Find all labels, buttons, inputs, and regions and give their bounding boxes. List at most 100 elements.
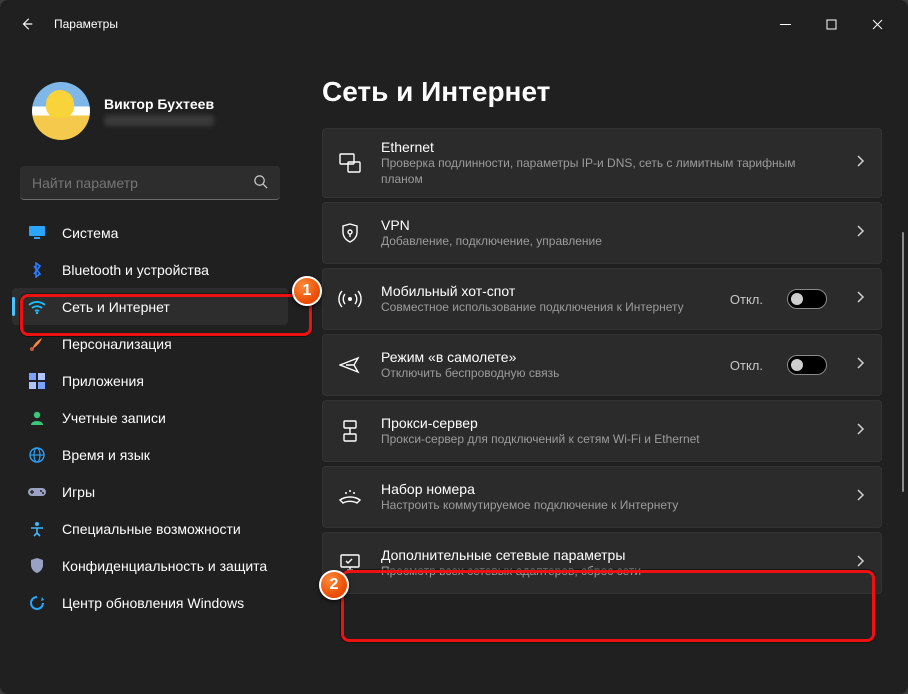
sidebar-item-label: Приложения [62, 373, 144, 389]
sidebar-item-6[interactable]: Время и язык [12, 436, 288, 473]
card-subtitle: Отключить беспроводную связь [381, 365, 712, 381]
advanced-icon [337, 553, 363, 573]
card-text: Дополнительные сетевые параметры Просмот… [381, 547, 837, 579]
close-icon [872, 19, 883, 30]
shield-icon [337, 223, 363, 243]
toggle-status: Откл. [730, 358, 763, 373]
maximize-button[interactable] [808, 8, 854, 40]
maximize-icon [826, 19, 837, 30]
card-text: Набор номера Настроить коммутируемое под… [381, 481, 837, 513]
sidebar-item-label: Время и язык [62, 447, 150, 463]
sidebar-item-4[interactable]: Приложения [12, 362, 288, 399]
sidebar-item-label: Система [62, 225, 118, 241]
card-airplane[interactable]: Режим «в самолете» Отключить беспроводну… [322, 334, 882, 396]
card-text: VPN Добавление, подключение, управление [381, 217, 837, 249]
game-icon [28, 483, 46, 501]
card-proxy[interactable]: Прокси-сервер Прокси-сервер для подключе… [322, 400, 882, 462]
back-button[interactable] [18, 17, 36, 31]
card-subtitle: Совместное использование подключения к И… [381, 299, 712, 315]
card-dialup[interactable]: Набор номера Настроить коммутируемое под… [322, 466, 882, 528]
chevron-right-icon [855, 224, 865, 243]
sidebar-item-label: Центр обновления Windows [62, 595, 244, 611]
ethernet-icon [337, 153, 363, 173]
card-title: Дополнительные сетевые параметры [381, 547, 837, 563]
card-text: Мобильный хот-спот Совместное использова… [381, 283, 712, 315]
globe-icon [28, 446, 46, 464]
card-title: Прокси-сервер [381, 415, 837, 431]
minimize-button[interactable] [762, 8, 808, 40]
toggle-airplane[interactable] [787, 355, 827, 375]
card-advanced[interactable]: Дополнительные сетевые параметры Просмот… [322, 532, 882, 594]
sidebar-item-3[interactable]: Персонализация [12, 325, 288, 362]
card-text: Прокси-сервер Прокси-сервер для подключе… [381, 415, 837, 447]
card-title: Мобильный хот-спот [381, 283, 712, 299]
profile-block[interactable]: Виктор Бухтеев [12, 48, 288, 162]
close-button[interactable] [854, 8, 900, 40]
person-icon [28, 409, 46, 427]
sidebar-item-label: Игры [62, 484, 95, 500]
access-icon [28, 520, 46, 538]
avatar [32, 82, 90, 140]
card-text: Ethernet Проверка подлинности, параметры… [381, 139, 837, 187]
card-title: Ethernet [381, 139, 837, 155]
titlebar: Параметры [0, 0, 908, 48]
proxy-icon [337, 420, 363, 442]
sidebar-item-label: Конфиденциальность и защита [62, 558, 267, 574]
sidebar-item-2[interactable]: Сеть и Интернет [12, 288, 288, 325]
sidebar-item-9[interactable]: Конфиденциальность и защита [12, 547, 288, 584]
monitor-icon [28, 224, 46, 242]
minimize-icon [780, 19, 791, 30]
sidebar: Виктор Бухтеев Система Bluetooth и устро… [0, 48, 300, 694]
card-title: Режим «в самолете» [381, 349, 712, 365]
card-ethernet[interactable]: Ethernet Проверка подлинности, параметры… [322, 128, 882, 198]
sidebar-item-1[interactable]: Bluetooth и устройства [12, 251, 288, 288]
sidebar-item-5[interactable]: Учетные записи [12, 399, 288, 436]
profile-name: Виктор Бухтеев [104, 96, 214, 112]
chevron-right-icon [855, 290, 865, 309]
card-title: VPN [381, 217, 837, 233]
scrollbar-thumb[interactable] [902, 232, 904, 492]
search-input[interactable] [32, 175, 253, 191]
sidebar-item-0[interactable]: Система [12, 214, 288, 251]
nav-list: Система Bluetooth и устройства Сеть и Ин… [12, 214, 288, 621]
plane-icon [337, 355, 363, 375]
page-title: Сеть и Интернет [322, 76, 882, 108]
card-subtitle: Просмотр всех сетевых адаптеров, сброс с… [381, 563, 837, 579]
sidebar-item-8[interactable]: Специальные возможности [12, 510, 288, 547]
card-subtitle: Настроить коммутируемое подключение к Ин… [381, 497, 837, 513]
card-subtitle: Проверка подлинности, параметры IP-и DNS… [381, 155, 837, 187]
profile-email-blurred [104, 115, 214, 126]
sidebar-item-label: Учетные записи [62, 410, 166, 426]
hotspot-icon [337, 289, 363, 309]
chevron-right-icon [855, 554, 865, 573]
bt-icon [28, 261, 46, 279]
search-box[interactable] [20, 166, 280, 200]
sidebar-item-10[interactable]: Центр обновления Windows [12, 584, 288, 621]
card-list: Ethernet Проверка подлинности, параметры… [322, 128, 882, 594]
chevron-right-icon [855, 356, 865, 375]
main-panel: Сеть и Интернет Ethernet Проверка подлин… [300, 48, 908, 694]
brush-icon [28, 335, 46, 353]
annotation-callout-2: 2 [319, 570, 349, 600]
chevron-right-icon [855, 154, 865, 173]
card-hotspot[interactable]: Мобильный хот-спот Совместное использова… [322, 268, 882, 330]
card-vpn[interactable]: VPN Добавление, подключение, управление [322, 202, 882, 264]
settings-window: Параметры Виктор Бухтеев Систем [0, 0, 908, 694]
scrollbar[interactable] [902, 180, 905, 674]
sidebar-item-label: Bluetooth и устройства [62, 262, 209, 278]
toggle-hotspot[interactable] [787, 289, 827, 309]
wifi-icon [28, 298, 46, 316]
update-icon [28, 594, 46, 612]
chevron-right-icon [855, 488, 865, 507]
sidebar-item-label: Сеть и Интернет [62, 299, 170, 315]
window-buttons [762, 8, 900, 40]
card-subtitle: Добавление, подключение, управление [381, 233, 837, 249]
toggle-status: Откл. [730, 292, 763, 307]
annotation-callout-1: 1 [292, 276, 322, 306]
dialup-icon [337, 488, 363, 506]
sidebar-item-7[interactable]: Игры [12, 473, 288, 510]
shield-icon [28, 557, 46, 575]
arrow-left-icon [20, 17, 34, 31]
card-title: Набор номера [381, 481, 837, 497]
window-title: Параметры [54, 17, 762, 31]
